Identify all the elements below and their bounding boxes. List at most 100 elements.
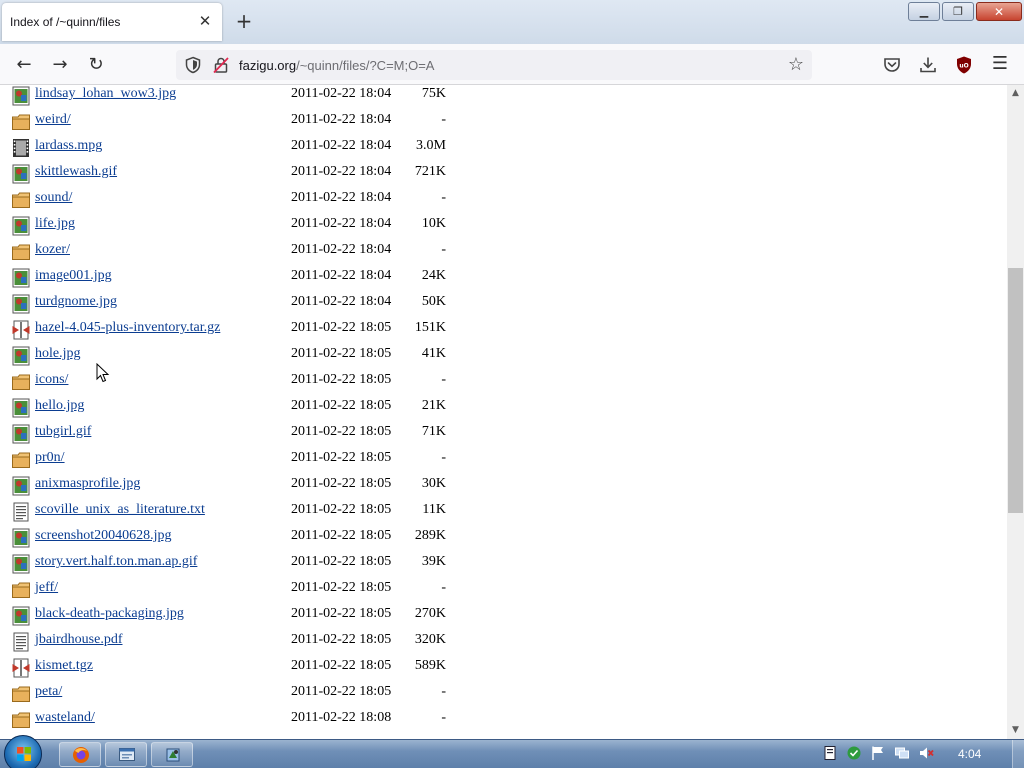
listing-row: tubgirl.gif 2011-02-22 18:05 71K [0, 424, 1000, 450]
pocket-icon[interactable] [882, 55, 902, 75]
listing-row: icons/2011-02-22 18:05 - [0, 372, 1000, 398]
bookmark-star-icon[interactable]: ☆ [788, 54, 804, 75]
file-link[interactable]: lindsay_lohan_wow3.jpg [35, 86, 176, 102]
volume-muted-icon[interactable] [918, 745, 934, 761]
file-link[interactable]: wasteland/ [35, 710, 95, 726]
close-icon: ✕ [993, 4, 1005, 19]
file-link[interactable]: kozer/ [35, 242, 70, 258]
listing-row: pr0n/2011-02-22 18:05 - [0, 450, 1000, 476]
file-link[interactable]: scoville_unix_as_literature.txt [35, 502, 205, 518]
file-link[interactable]: screenshot20040628.jpg [35, 528, 171, 544]
last-modified: 2011-02-22 18:05 [291, 528, 392, 543]
start-button[interactable] [4, 735, 42, 768]
ublock-origin-icon[interactable]: uO [954, 55, 974, 75]
image-file-icon [12, 216, 30, 236]
insecure-lock-icon[interactable] [212, 56, 230, 74]
show-desktop-button[interactable] [1012, 740, 1024, 768]
network-tray-icon[interactable] [894, 745, 910, 761]
taskbar-firefox-button[interactable] [59, 742, 101, 767]
action-center-flag-icon[interactable] [870, 745, 886, 761]
file-link[interactable]: image001.jpg [35, 268, 112, 284]
back-arrow-icon: ← [16, 54, 32, 75]
last-modified: 2011-02-22 18:05 [291, 476, 392, 491]
tracking-protection-shield-icon[interactable] [184, 56, 202, 74]
tab-active[interactable]: Index of /~quinn/files ✕ [2, 3, 222, 41]
downloads-icon[interactable] [918, 55, 938, 75]
close-window-button[interactable]: ✕ [976, 2, 1022, 21]
taskbar-clock[interactable]: 4:04 [958, 747, 981, 761]
listing-row: turdgnome.jpg 2011-02-22 18:04 50K [0, 294, 1000, 320]
folder-icon [12, 374, 30, 390]
file-size: - [441, 112, 446, 127]
restore-button[interactable]: ❐ [942, 2, 974, 21]
listing-row: kismet.tgz 2011-02-22 18:05 589K [0, 658, 1000, 684]
file-link[interactable]: turdgnome.jpg [35, 294, 117, 310]
last-modified: 2011-02-22 18:05 [291, 450, 392, 465]
file-link[interactable]: sound/ [35, 190, 72, 206]
file-link[interactable]: jbairdhouse.pdf [35, 632, 122, 648]
folder-icon [12, 244, 30, 260]
file-size: 721K [414, 164, 446, 179]
new-tab-button[interactable]: + [232, 10, 256, 34]
file-link[interactable]: anixmasprofile.jpg [35, 476, 140, 492]
app-menu-button[interactable]: ☰ [987, 51, 1013, 77]
clipboard-tray-icon[interactable] [822, 745, 838, 761]
file-size: 10K [421, 216, 446, 231]
listing-row: hole.jpg 2011-02-22 18:05 41K [0, 346, 1000, 372]
taskbar-utility-button[interactable] [151, 742, 193, 767]
file-link[interactable]: life.jpg [35, 216, 75, 232]
file-size: 41K [421, 346, 446, 361]
file-link[interactable]: kismet.tgz [35, 658, 93, 674]
file-size: 11K [422, 502, 446, 517]
address-bar[interactable]: fazigu.org/~quinn/files/?C=M;O=A ☆ [176, 50, 812, 80]
image-file-icon [12, 164, 30, 184]
last-modified: 2011-02-22 18:05 [291, 684, 392, 699]
hamburger-menu-icon: ☰ [991, 53, 1009, 74]
file-link[interactable]: jeff/ [35, 580, 58, 596]
file-link[interactable]: pr0n/ [35, 450, 65, 466]
file-link[interactable]: skittlewash.gif [35, 164, 117, 180]
reload-icon: ↻ [88, 54, 104, 75]
listing-row: jeff/2011-02-22 18:05 - [0, 580, 1000, 606]
forward-button[interactable]: → [47, 52, 73, 78]
last-modified: 2011-02-22 18:05 [291, 502, 392, 517]
file-size: 270K [414, 606, 446, 621]
scrollbar-thumb[interactable] [1008, 268, 1023, 513]
scroll-up-arrow-icon[interactable]: ▲ [1007, 85, 1024, 102]
taskbar-app-button[interactable] [105, 742, 147, 767]
file-link[interactable]: tubgirl.gif [35, 424, 91, 440]
file-link[interactable]: black-death-packaging.jpg [35, 606, 184, 622]
url-host: fazigu.org [239, 58, 297, 73]
text-file-icon [13, 502, 29, 522]
listing-row: sound/2011-02-22 18:04 - [0, 190, 1000, 216]
last-modified: 2011-02-22 18:04 [291, 190, 392, 205]
last-modified: 2011-02-22 18:04 [291, 268, 392, 283]
file-link[interactable]: icons/ [35, 372, 68, 388]
archive-file-icon [12, 658, 30, 678]
image-file-icon [12, 476, 30, 496]
reload-button[interactable]: ↻ [83, 52, 109, 78]
file-link[interactable]: hello.jpg [35, 398, 84, 414]
file-link[interactable]: hole.jpg [35, 346, 81, 362]
close-tab-icon[interactable]: ✕ [196, 12, 214, 30]
file-link[interactable]: weird/ [35, 112, 71, 128]
listing-row: jbairdhouse.pdf 2011-02-22 18:05 320K [0, 632, 1000, 658]
listing-row: image001.jpg 2011-02-22 18:04 24K [0, 268, 1000, 294]
listing-row: story.vert.half.ton.man.ap.gif 2011-02-22… [0, 554, 1000, 580]
folder-icon [12, 114, 30, 130]
image-file-icon [12, 424, 30, 444]
scroll-down-arrow-icon[interactable]: ▼ [1007, 722, 1024, 739]
file-link[interactable]: hazel-4.045-plus-inventory.tar.gz [35, 320, 220, 336]
file-link[interactable]: story.vert.half.ton.man.ap.gif [35, 554, 197, 570]
vertical-scrollbar[interactable]: ▲ ▼ [1007, 85, 1024, 739]
forward-arrow-icon: → [52, 54, 68, 75]
navigation-toolbar: ← → ↻ fazigu.org/~quinn/files/?C=M;O=A ☆… [0, 44, 1024, 85]
file-size: - [441, 580, 446, 595]
security-tray-icon[interactable] [846, 745, 862, 761]
back-button[interactable]: ← [11, 52, 37, 78]
file-link[interactable]: lardass.mpg [35, 138, 102, 154]
minimize-button[interactable]: ▁ [908, 2, 940, 21]
file-link[interactable]: peta/ [35, 684, 62, 700]
url-text[interactable]: fazigu.org/~quinn/files/?C=M;O=A [239, 58, 434, 73]
last-modified: 2011-02-22 18:05 [291, 346, 392, 361]
